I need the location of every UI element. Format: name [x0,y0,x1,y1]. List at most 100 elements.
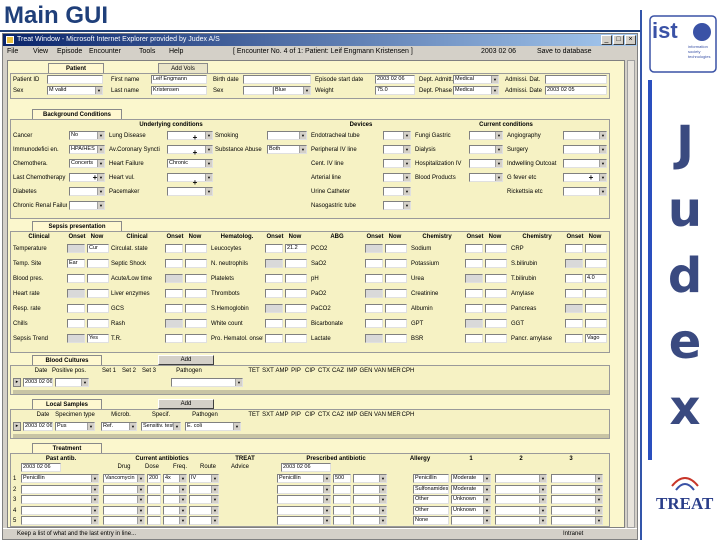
device-field[interactable]: ▼ [383,159,411,168]
past-antibiotic-field[interactable]: ▼ [21,505,99,515]
allergy-col3-field[interactable]: ▼ [551,474,603,483]
dropdown-arrow-icon[interactable]: ▼ [483,485,490,493]
allergy-col2-field[interactable]: ▼ [495,484,547,494]
dropdown-arrow-icon[interactable]: ▼ [129,423,136,430]
sepsis-onset-field[interactable] [365,274,383,283]
sepsis-onset-field[interactable] [565,274,583,283]
sex2-select[interactable]: Blue ▼ [273,86,311,95]
dropdown-arrow-icon[interactable]: ▼ [379,496,386,503]
sepsis-now-field[interactable] [285,334,307,343]
sepsis-now-field[interactable] [385,259,407,268]
current-cond2-field[interactable]: ▼ [563,159,607,168]
prescribed-freq-field[interactable]: ▼ [353,495,387,504]
past-antibiotic-field[interactable]: ▼ [21,484,99,494]
bg-cond-field[interactable]: No ▼ [69,131,105,140]
sepsis-now-field[interactable] [285,259,307,268]
bg-cond3-field[interactable]: ▼ [267,131,307,140]
current-cond-field[interactable]: ▼ [469,145,503,154]
dropdown-arrow-icon[interactable]: ▼ [539,485,546,493]
sepsis-now-field[interactable] [385,289,407,298]
sepsis-now-field[interactable] [385,334,407,343]
row-selector[interactable]: ▸ [13,422,21,431]
current-route-field[interactable]: ▼ [189,484,219,494]
past-antibiotic-field[interactable]: ▼ [21,516,99,525]
sepsis-now-field[interactable] [185,304,207,313]
current-dose-field[interactable] [147,516,161,525]
current-cond2-field[interactable]: ▼ [563,145,607,154]
menu-view[interactable]: View [33,46,48,58]
maximize-button[interactable]: □ [613,35,624,45]
sepsis-onset-field[interactable] [67,244,85,253]
prescribed-freq-field[interactable]: ▼ [353,474,387,483]
prescribed-antibiotic-field[interactable]: ▼ [277,495,331,504]
bg-cond-field[interactable]: HPA/HES ▼ [69,145,105,154]
bg-cond2-field[interactable]: Chronic ▼ [167,159,213,168]
dropdown-arrow-icon[interactable]: ▼ [179,475,186,482]
past-antibiotic-field[interactable]: ▼ [21,495,99,504]
sepsis-now-field[interactable] [585,304,607,313]
blood-culture-pathogen-field[interactable]: ▼ [171,378,243,387]
dropdown-arrow-icon[interactable]: ▼ [91,485,98,493]
current-cond-field[interactable]: ▼ [469,173,503,182]
prescribed-antibiotic-field[interactable]: ▼ [277,484,331,494]
sepsis-now-field[interactable] [185,259,207,268]
sepsis-now-field[interactable]: Cur [87,244,109,253]
device-field[interactable]: ▼ [383,187,411,196]
dropdown-arrow-icon[interactable]: ▼ [483,517,490,524]
current-route-field[interactable]: ▼ [189,495,219,504]
dropdown-arrow-icon[interactable]: ▼ [97,160,104,167]
dropdown-arrow-icon[interactable]: ▼ [539,496,546,503]
dropdown-arrow-icon[interactable]: ▼ [205,146,212,153]
sepsis-onset-field[interactable] [465,289,483,298]
local-sample-field[interactable]: Sensitiv. tests ▼ [141,422,181,431]
dropdown-arrow-icon[interactable]: ▼ [205,160,212,167]
dropdown-arrow-icon[interactable]: ▼ [323,485,330,493]
sepsis-now-field[interactable] [485,289,507,298]
device-field[interactable]: ▼ [383,145,411,154]
sepsis-now-field[interactable] [87,304,109,313]
bg-cond3-field[interactable]: Both ▼ [267,145,307,154]
current-cond2-field[interactable]: ▼ [563,187,607,196]
local-sample-field[interactable]: E. coli ▼ [185,422,241,431]
sepsis-onset-field[interactable] [365,304,383,313]
dropdown-arrow-icon[interactable]: ▼ [491,76,498,83]
patient-id-field[interactable] [47,75,103,84]
sepsis-onset-field[interactable] [565,259,583,268]
allergy-drug-field[interactable]: Sulfonamides [413,484,449,494]
current-dose-field[interactable] [147,495,161,504]
dropdown-arrow-icon[interactable]: ▼ [379,475,386,482]
dropdown-arrow-icon[interactable]: ▼ [495,146,502,153]
sepsis-onset-field[interactable] [67,274,85,283]
bg-cond2-field[interactable]: ▼ [167,145,213,154]
current-freq-field[interactable]: ▼ [163,516,187,525]
bg-cond-field[interactable]: Concerts ▼ [69,159,105,168]
bg-cond-field[interactable]: ▼ [69,201,105,210]
sepsis-now-field[interactable] [385,304,407,313]
sepsis-now-field[interactable] [585,289,607,298]
tab-patient[interactable]: Patient [48,63,104,73]
allergy-drug-field[interactable]: None [413,516,449,525]
dropdown-arrow-icon[interactable]: ▼ [97,188,104,195]
blood-culture-positive-field[interactable]: ▼ [55,378,89,387]
blood-culture-date-field[interactable]: 2003 02 06 [23,378,53,387]
dropdown-arrow-icon[interactable]: ▼ [179,506,186,514]
dropdown-arrow-icon[interactable]: ▼ [595,485,602,493]
sepsis-onset-field[interactable] [67,319,85,328]
dropdown-arrow-icon[interactable]: ▼ [599,174,606,181]
dropdown-arrow-icon[interactable]: ▼ [483,506,490,514]
dropdown-arrow-icon[interactable]: ▼ [97,202,104,209]
dropdown-arrow-icon[interactable]: ▼ [403,132,410,139]
dropdown-arrow-icon[interactable]: ▼ [299,146,306,153]
dropdown-arrow-icon[interactable]: ▼ [211,475,218,482]
menu-episode[interactable]: Episode [57,46,82,58]
dept-admit-field[interactable]: Medical ▼ [453,75,499,84]
device-field[interactable]: ▼ [383,201,411,210]
dropdown-arrow-icon[interactable]: ▼ [179,517,186,524]
allergy-level-field[interactable]: Unknown ▼ [451,495,491,504]
dropdown-arrow-icon[interactable]: ▼ [323,475,330,482]
sepsis-now-field[interactable] [485,244,507,253]
menu-tools[interactable]: Tools [139,46,155,58]
sepsis-now-field[interactable]: Yes [87,334,109,343]
sepsis-onset-field[interactable] [465,274,483,283]
sepsis-onset-field[interactable] [165,274,183,283]
